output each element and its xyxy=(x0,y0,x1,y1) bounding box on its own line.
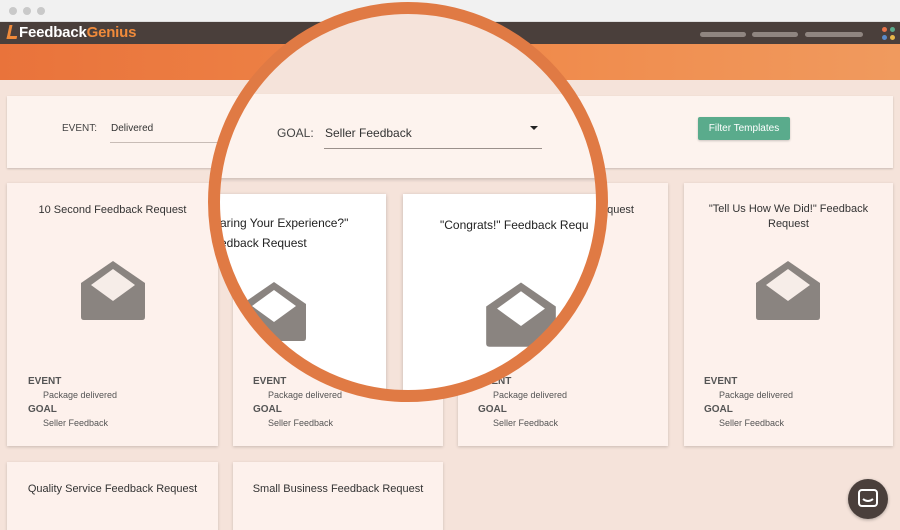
meta-goal-value: Seller Feedback xyxy=(268,418,334,428)
template-card-tell-us[interactable]: "Tell Us How We Did!" Feedback Request E… xyxy=(684,183,893,446)
chat-bubble-icon xyxy=(858,489,878,507)
event-filter-underline xyxy=(110,142,220,143)
meta-event-value: Package delivered xyxy=(43,390,118,400)
template-card-small-business[interactable]: Small Business Feedback Request xyxy=(233,462,443,530)
envelope-open-icon xyxy=(756,261,820,320)
nav-link-placeholder-1[interactable] xyxy=(700,32,746,37)
meta-goal-heading: GOAL xyxy=(253,404,282,415)
card-title: "Tell Us How We Did!" Feedback Request xyxy=(708,203,869,230)
event-filter-label: EVENT: xyxy=(62,123,98,134)
meta-goal-value: Seller Feedback xyxy=(43,418,109,428)
card-title: Small Business Feedback Request xyxy=(252,483,424,495)
logo-text-feedback: Feedback xyxy=(19,24,87,41)
window-minimize-dot[interactable] xyxy=(23,7,31,15)
filter-templates-button[interactable]: Filter Templates xyxy=(698,117,790,140)
meta-goal-heading: GOAL xyxy=(478,404,507,415)
meta-event-value: Package delivered xyxy=(719,390,794,400)
app-logo[interactable]: FeedbackGenius xyxy=(6,24,137,41)
logo-text-genius: Genius xyxy=(86,24,137,41)
meta-goal-heading: GOAL xyxy=(28,404,57,415)
zoom-ring xyxy=(208,2,608,402)
apps-grid-icon[interactable] xyxy=(880,25,898,43)
meta-event-heading: EVENT xyxy=(704,376,738,387)
nav-link-placeholder-3[interactable] xyxy=(805,32,863,37)
card-title: Quality Service Feedback Request xyxy=(27,483,198,495)
window-close-dot[interactable] xyxy=(9,7,17,15)
meta-event-heading: EVENT xyxy=(28,376,62,387)
envelope-open-icon xyxy=(81,261,145,320)
event-filter-value[interactable]: Delivered xyxy=(111,123,153,134)
nav-link-placeholder-2[interactable] xyxy=(752,32,798,37)
card-title: 10 Second Feedback Request xyxy=(38,204,187,216)
meta-goal-value: Seller Feedback xyxy=(493,418,559,428)
window-maximize-dot[interactable] xyxy=(37,7,45,15)
meta-goal-heading: GOAL xyxy=(704,404,733,415)
template-card-quality-service[interactable]: Quality Service Feedback Request xyxy=(7,462,218,530)
chat-launcher-button[interactable] xyxy=(848,479,888,519)
meta-goal-value: Seller Feedback xyxy=(719,418,785,428)
template-card-10-second[interactable]: 10 Second Feedback Request EVENT Package… xyxy=(7,183,218,446)
logo-mark-icon xyxy=(6,25,20,39)
